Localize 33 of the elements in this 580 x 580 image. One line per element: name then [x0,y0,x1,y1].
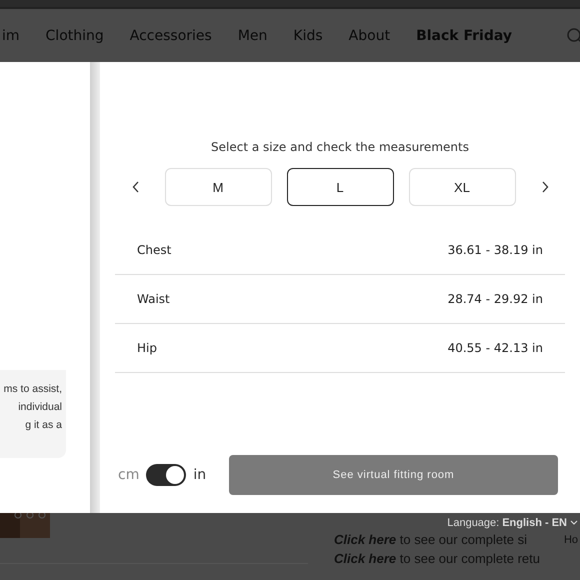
message-text: ms to assist, [4,382,63,397]
click-here-link[interactable]: Click here [334,532,396,547]
nav-link[interactable]: Black Friday [416,28,512,44]
unit-toggle[interactable] [146,464,186,486]
size-option[interactable]: L [286,168,394,206]
measurement-name: Waist [137,292,170,306]
info-text: Click here to see our complete retu [334,550,540,568]
nav-link[interactable]: Accessories [130,28,212,44]
measurement-value: 28.74 - 29.92 in [448,292,543,306]
message-text: g it as a [25,418,63,433]
size-prompt: Select a size and check the measurements [211,140,469,154]
size-option[interactable]: XL [408,168,516,206]
language-selector[interactable]: Language: English - EN [447,513,580,530]
measurement-value: 40.55 - 42.13 in [448,341,543,355]
nav-link[interactable]: Clothing [46,28,104,44]
measurement-value: 36.61 - 38.19 in [448,243,543,257]
nav-link[interactable]: im [2,28,20,44]
click-here-link[interactable]: Click here [334,551,396,566]
virtual-fitting-button[interactable]: See virtual fitting room [229,455,558,495]
message-text: individual [18,400,63,415]
cut-text: Ho [564,534,579,546]
unit-label: in [193,467,206,483]
nav-link[interactable]: About [348,28,390,44]
next-chevron-icon[interactable] [540,181,548,193]
nav-link[interactable]: Men [238,28,268,44]
size-option[interactable]: M [164,168,272,206]
unit-label: cm [118,467,140,483]
previous-chevron-icon[interactable] [132,181,140,193]
info-text: Click here to see our complete si [334,531,527,549]
measurement-name: Hip [137,341,157,355]
chevron-down-icon [570,519,578,527]
nav-link[interactable]: Kids [293,28,323,44]
measurement-name: Chest [137,243,172,257]
